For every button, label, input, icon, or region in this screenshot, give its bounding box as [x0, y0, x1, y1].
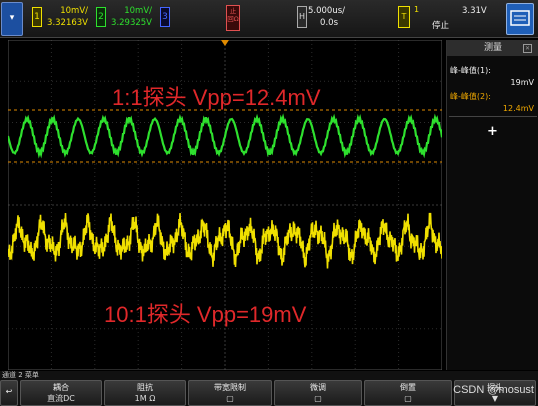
annotation-bottom: 10:1探头 Vpp=19mV — [104, 302, 307, 327]
checkbox-icon: ▢ — [314, 394, 322, 403]
trigger-source: 1 — [414, 5, 420, 14]
checkbox-icon: ▢ — [226, 394, 234, 403]
display-settings-icon[interactable] — [506, 3, 534, 35]
channel-1-offset: 3.32163V — [47, 18, 88, 28]
trigger-level: 3.31V — [462, 6, 487, 16]
softkey-fine[interactable]: 微调 ▢ — [274, 380, 362, 406]
horizontal-badge[interactable]: H — [297, 6, 307, 28]
measurement-1-value: 19mV — [510, 78, 534, 87]
menu-status: 通道 2 菜单 — [0, 371, 538, 380]
trigger-badge[interactable]: T — [398, 6, 410, 28]
softkey-invert-label: 倒置 — [400, 383, 416, 392]
channel-2-scale: 10mV/ — [124, 6, 152, 16]
oscilloscope-screen: { "topbar": { "menu_icon": "menu-arrow-i… — [0, 0, 538, 406]
softkey-impedance-label: 阻抗 — [137, 383, 153, 392]
measurement-1-label: 峰-峰值(1): — [450, 66, 491, 75]
divider — [449, 116, 537, 117]
channel-1-badge[interactable]: 1 — [32, 7, 42, 27]
softkey-impedance-value: 1M Ω — [134, 394, 156, 403]
softkey-coupling-value: 直流DC — [47, 394, 75, 403]
checkbox-icon: ▢ — [404, 394, 412, 403]
softkey-coupling-label: 耦合 — [53, 383, 69, 392]
timebase-value: 5.000us/ — [308, 6, 346, 16]
measurement-2-value: 12.4mV — [502, 104, 534, 113]
measurement-2-label: 峰-峰值(2): — [450, 92, 491, 101]
softkey-impedance[interactable]: 阻抗 1M Ω — [104, 380, 186, 406]
annotation-top: 1:1探头 Vpp=12.4mV — [112, 85, 321, 110]
softkey-fine-label: 微调 — [310, 383, 326, 392]
plus-icon[interactable]: + — [487, 124, 498, 139]
run-state: 停止 — [432, 21, 450, 31]
waveform-display[interactable]: 1:1探头 Vpp=12.4mV 10:1探头 Vpp=19mV — [6, 39, 444, 371]
softkey-coupling[interactable]: 耦合直流DC — [20, 380, 102, 406]
menu-arrow-icon[interactable]: ▾ — [1, 2, 23, 36]
top-status-bar: ▾ 1 10mV/ 3.32163V 2 10mV/ 3.29325V 3 止回… — [0, 0, 538, 38]
trigger-position-marker — [221, 40, 229, 46]
softkey-bandwidth-limit[interactable]: 带宽限制 ▢ — [188, 380, 272, 406]
channel-1-scale: 10mV/ — [60, 6, 88, 16]
panel-close-icon[interactable]: ✕ — [523, 44, 532, 53]
channel-3-badge[interactable]: 3 — [160, 7, 170, 27]
back-arrow-icon[interactable]: ↩ — [0, 380, 18, 406]
channel-4-badge[interactable]: 止回Ω — [226, 5, 240, 31]
softkey-bandwidth-label: 带宽限制 — [214, 383, 246, 392]
measurement-panel: 测量 ✕ 峰-峰值(1): 19mV 峰-峰值(2): 12.4mV + — [446, 40, 538, 370]
softkey-invert[interactable]: 倒置 ▢ — [364, 380, 452, 406]
watermark: CSDN @mosust — [453, 384, 534, 396]
channel-2-badge[interactable]: 2 — [96, 7, 106, 27]
delay-value: 0.0s — [320, 18, 338, 28]
channel-2-offset: 3.29325V — [111, 18, 152, 28]
